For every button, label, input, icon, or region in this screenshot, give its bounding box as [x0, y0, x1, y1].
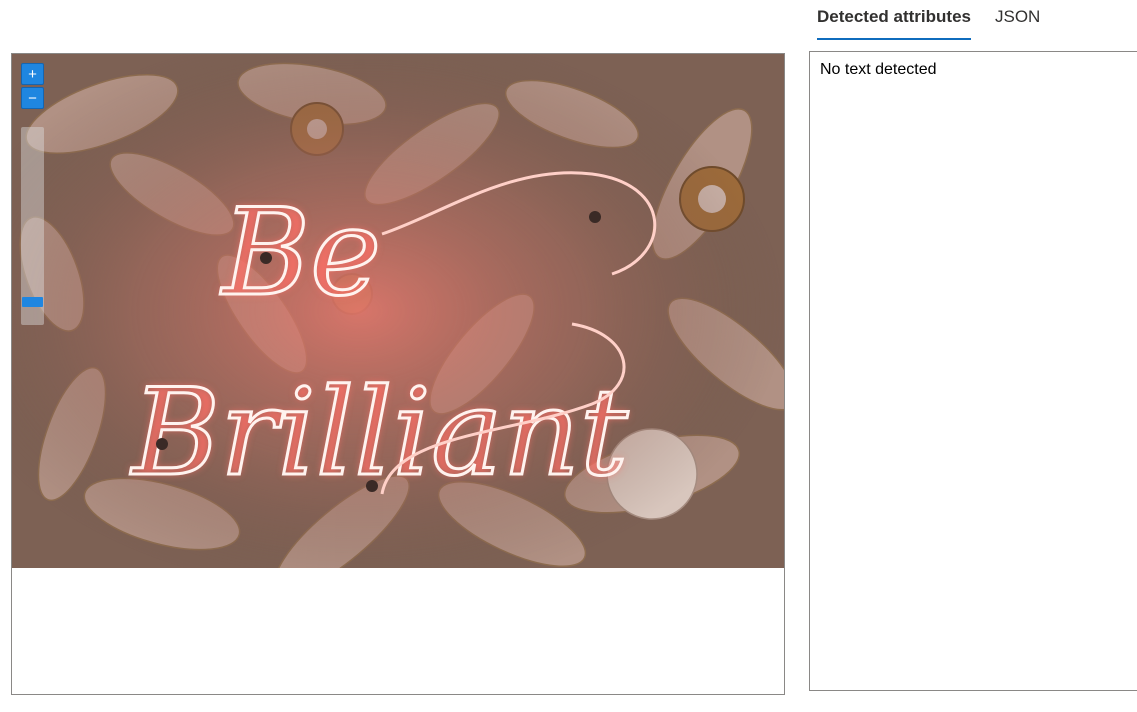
- tab-detected-attributes[interactable]: Detected attributes: [817, 0, 971, 40]
- zoom-slider-handle[interactable]: [22, 297, 43, 307]
- tab-json[interactable]: JSON: [995, 0, 1040, 38]
- no-text-message: No text detected: [820, 61, 937, 78]
- svg-text:Be: Be: [220, 184, 381, 323]
- tab-bar: Detected attributes JSON: [817, 0, 1064, 40]
- zoom-out-button[interactable]: −: [21, 87, 44, 109]
- neon-sign-photo: Be Brilliant Be Brilliant: [12, 54, 784, 568]
- svg-text:Brilliant: Brilliant: [130, 364, 629, 503]
- zoom-slider[interactable]: [21, 127, 44, 325]
- results-panel: No text detected: [809, 51, 1137, 691]
- zoom-in-button[interactable]: +: [21, 63, 44, 85]
- analyzed-image: Be Brilliant Be Brilliant + −: [12, 54, 784, 568]
- image-viewer: Be Brilliant Be Brilliant + −: [11, 53, 785, 695]
